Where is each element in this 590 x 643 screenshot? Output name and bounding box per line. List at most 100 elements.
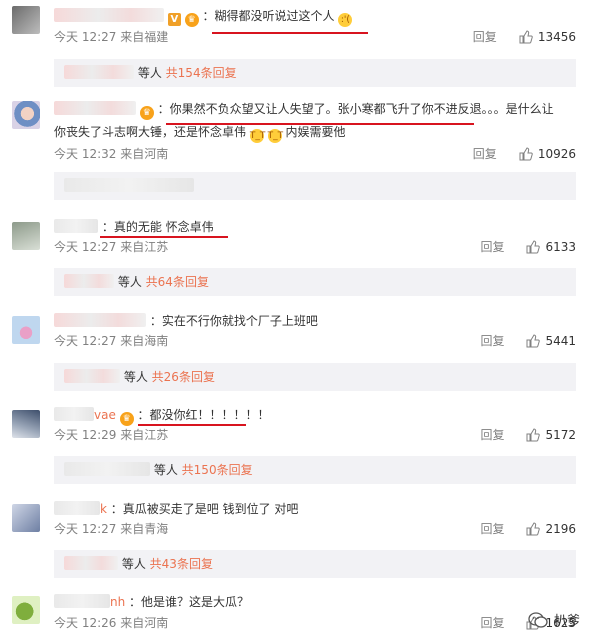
reply-count-link[interactable]: 共150条回复	[182, 463, 253, 477]
comment-time: 今天 12:27	[54, 334, 117, 348]
reply-button[interactable]: 回复	[480, 427, 504, 443]
verified-badge-icon: V	[167, 13, 181, 26]
username[interactable]: vae	[94, 408, 116, 422]
highlight-underline	[100, 236, 228, 238]
comment-location: 来自河南	[120, 616, 169, 630]
username-blurred[interactable]	[54, 407, 94, 421]
reply-thread-bar[interactable]: 等人 共64条回复	[54, 268, 576, 296]
username-blurred[interactable]	[54, 501, 100, 515]
comment-item: k ：真瓜被买走了是吧 钱到位了 对吧 今天 12:27 来自青海 回复 219…	[0, 494, 590, 582]
thread-suffix: 等人	[117, 275, 142, 289]
like-count: 5172	[545, 428, 576, 442]
replier-names-blurred	[64, 369, 120, 383]
avatar[interactable]	[12, 410, 40, 438]
fan-badge-icon: ♛	[184, 13, 199, 27]
watermark-text: 扒爹	[553, 614, 580, 629]
crying-emoji-icon: T_T	[267, 129, 284, 143]
comment-text-tail: 内娱需要他	[285, 125, 346, 139]
like-count: 13456	[537, 30, 576, 44]
comment-item: nh ：他是谁？这是大瓜？ 今天 12:26 来自河南 回复 1625	[0, 588, 590, 643]
crying-emoji-icon: T_T	[249, 129, 266, 143]
comment-location: 来自福建	[120, 30, 169, 44]
replier-names-blurred	[64, 178, 194, 192]
comment-location: 来自江苏	[120, 428, 169, 442]
username-blurred[interactable]	[54, 101, 136, 115]
reply-count-link[interactable]: 共64条回复	[146, 275, 209, 289]
like-icon[interactable]	[526, 240, 541, 254]
reply-count-link[interactable]: 共43条回复	[150, 557, 213, 571]
username-blurred[interactable]	[54, 219, 98, 233]
comment-time: 今天 12:27	[54, 240, 117, 254]
comment-text: ：你果然不负众望又让人失望了。张小寒都飞升了你不进反退。。。是什么让	[157, 102, 554, 116]
watermark: 扒爹	[528, 610, 580, 629]
thread-suffix: 等人	[153, 463, 178, 477]
comment-time: 今天 12:32	[54, 147, 117, 161]
reply-button[interactable]: 回复	[480, 521, 504, 537]
like-count: 5441	[545, 334, 576, 348]
highlight-underline	[138, 424, 246, 426]
like-count: 10926	[537, 147, 576, 161]
comment-text: ：实在不行你就找个厂子上班吧	[149, 314, 318, 328]
fan-badge-icon: ♛	[139, 106, 154, 120]
comment-time: 今天 12:26	[54, 616, 117, 630]
like-icon[interactable]	[526, 522, 541, 536]
replier-names-blurred	[64, 462, 150, 476]
comment-time: 今天 12:27	[54, 30, 117, 44]
thread-suffix: 等人	[137, 66, 162, 80]
comment-time: 今天 12:29	[54, 428, 117, 442]
reply-thread-bar[interactable]: 等人 共26条回复	[54, 363, 576, 391]
replier-names-blurred	[64, 65, 134, 79]
comment-text: ：都没你红！！！！！！	[137, 408, 270, 422]
comment-location: 来自海南	[120, 334, 169, 348]
reply-button[interactable]: 回复	[480, 239, 504, 255]
comment-item: ♛ ：你果然不负众望又让人失望了。张小寒都飞升了你不进反退。。。是什么让 你丧失…	[0, 93, 590, 203]
reply-button[interactable]: 回复	[480, 615, 504, 631]
avatar[interactable]	[12, 316, 40, 344]
wechat-icon	[528, 611, 548, 628]
reply-button[interactable]: 回复	[473, 146, 497, 162]
replier-names-blurred	[64, 274, 114, 288]
reply-thread-bar[interactable]: 等人 共154条回复	[54, 59, 576, 87]
sad-cry-emoji-icon: :'(	[338, 13, 353, 27]
username-blurred[interactable]	[54, 313, 146, 327]
like-count: 6133	[545, 240, 576, 254]
like-count: 2196	[545, 522, 576, 536]
like-icon[interactable]	[526, 334, 541, 348]
comment-location: 来自河南	[120, 147, 169, 161]
reply-thread-bar[interactable]: 等人 共43条回复	[54, 550, 576, 578]
comment-item: vae ♛ ：都没你红！！！！！！ 今天 12:29 来自江苏 回复 5172 …	[0, 400, 590, 488]
comment-item: V ♛ ：糊得都没听说过这个人 :'( 今天 12:27 来自福建 回复 134…	[0, 0, 590, 88]
comment-text: ：他是谁？这是大瓜？	[129, 595, 250, 609]
username-blurred[interactable]	[54, 8, 164, 22]
thread-suffix: 等人	[121, 557, 146, 571]
comment-location: 来自江苏	[120, 240, 169, 254]
avatar[interactable]	[12, 101, 40, 129]
reply-count-link[interactable]: 共26条回复	[152, 370, 215, 384]
comment-location: 来自青海	[120, 522, 169, 536]
replier-names-blurred	[64, 556, 118, 570]
username-blurred[interactable]	[54, 594, 110, 608]
comment-item: ：实在不行你就找个厂子上班吧 今天 12:27 来自海南 回复 5441 等人 …	[0, 306, 590, 394]
username[interactable]: nh	[110, 595, 125, 609]
reply-thread-bar[interactable]: 等人 共150条回复	[54, 456, 576, 484]
like-icon[interactable]	[526, 428, 541, 442]
like-icon[interactable]	[519, 30, 533, 44]
avatar[interactable]	[12, 504, 40, 532]
comment-item: ：真的无能 怀念卓伟 今天 12:27 来自江苏 回复 6133 等人 共64条…	[0, 212, 590, 300]
avatar[interactable]	[12, 222, 40, 250]
highlight-underline	[212, 32, 368, 34]
comment-text: ：真瓜被买走了是吧 钱到位了 对吧	[110, 502, 299, 516]
reply-button[interactable]: 回复	[473, 29, 497, 45]
reply-thread-bar-collapsed[interactable]	[54, 172, 576, 200]
avatar[interactable]	[12, 6, 40, 34]
avatar[interactable]	[12, 596, 40, 624]
highlight-underline	[166, 123, 474, 125]
comment-time: 今天 12:27	[54, 522, 117, 536]
comment-text: ：糊得都没听说过这个人	[202, 9, 335, 23]
reply-count-link[interactable]: 共154条回复	[166, 66, 237, 80]
thread-suffix: 等人	[123, 370, 148, 384]
comment-text-continued: 你丧失了斗志啊大锤，还是怀念卓伟	[54, 125, 247, 139]
like-icon[interactable]	[519, 147, 533, 161]
reply-button[interactable]: 回复	[480, 333, 504, 349]
username[interactable]: k	[100, 502, 107, 516]
